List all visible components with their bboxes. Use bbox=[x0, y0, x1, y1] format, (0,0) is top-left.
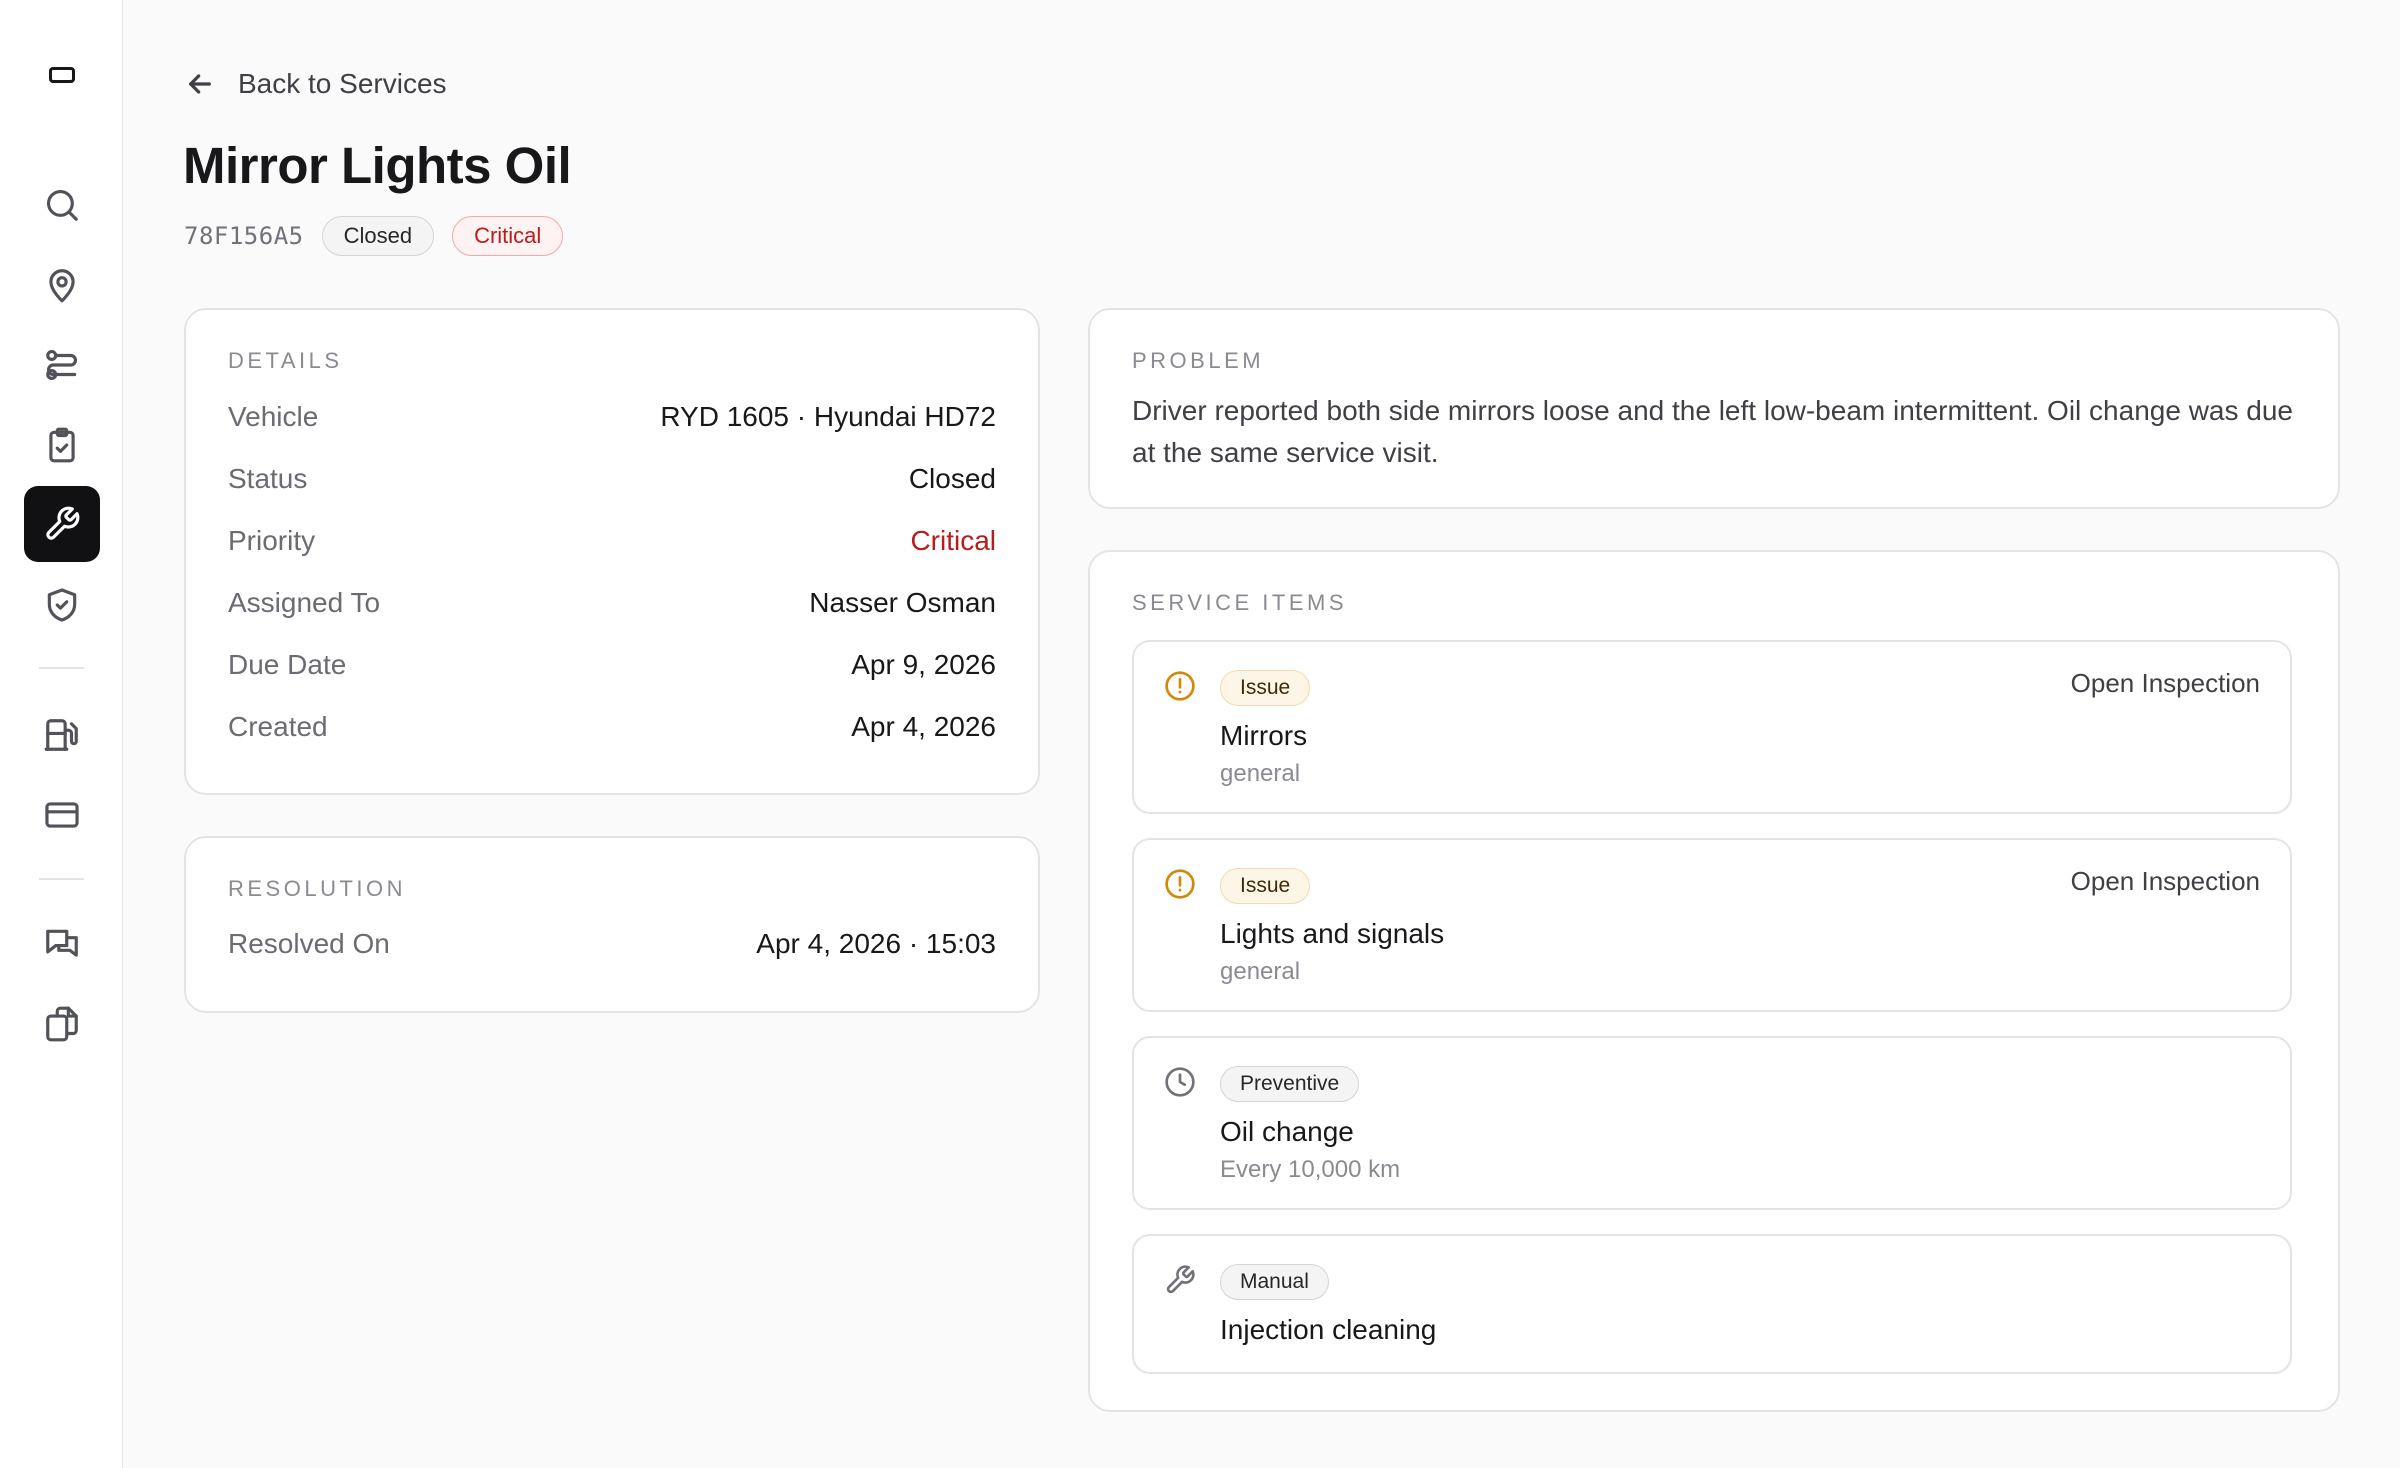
service-items-label: SERVICE ITEMS bbox=[1132, 590, 1348, 615]
detail-value: RYD 1605 · Hyundai HD72 bbox=[660, 401, 996, 432]
sidebar bbox=[0, 0, 123, 1468]
item-type-badge: Manual bbox=[1220, 1264, 1329, 1300]
sidebar-item-routes[interactable] bbox=[24, 327, 100, 403]
service-code: 78F156A5 bbox=[184, 222, 304, 250]
back-label: Back to Services bbox=[238, 68, 447, 99]
problem-text: Driver reported both side mirrors loose … bbox=[1132, 395, 2293, 468]
item-interval: Every 10,000 km bbox=[1220, 1156, 1401, 1183]
detail-key: Due Date bbox=[228, 649, 347, 680]
resolution-label: RESOLUTION bbox=[228, 876, 407, 901]
priority-badge: Critical bbox=[452, 216, 564, 256]
details-label: DETAILS bbox=[228, 348, 343, 373]
detail-value: Nasser Osman bbox=[809, 587, 996, 618]
service-item-oil-change: Preventive Oil change Every 10,000 km bbox=[1132, 1036, 2292, 1210]
service-item-lights-and-signals: Issue Lights and signals general Open In… bbox=[1132, 838, 2292, 1012]
wrench-icon bbox=[1164, 1264, 1196, 1296]
resolution-value: Apr 4, 2026 · 15:03 bbox=[756, 928, 996, 959]
open-inspection-link[interactable]: Open Inspection bbox=[2071, 866, 2260, 897]
sidebar-item-payments[interactable] bbox=[24, 777, 100, 853]
sidebar-item-compliance[interactable] bbox=[24, 567, 100, 643]
resolution-card: RESOLUTION Resolved On Apr 4, 2026 · 15:… bbox=[184, 836, 1040, 1013]
search-icon bbox=[46, 189, 78, 221]
page-title: Mirror Lights Oil bbox=[183, 137, 572, 194]
sidebar-divider bbox=[39, 667, 84, 669]
item-type-badge: Issue bbox=[1220, 670, 1311, 706]
item-name: Lights and signals bbox=[1220, 918, 1445, 949]
service-item-mirrors: Issue Mirrors general Open Inspection bbox=[1132, 640, 2292, 814]
sidebar-item-messages[interactable] bbox=[24, 906, 100, 982]
credit-card-icon bbox=[45, 802, 79, 828]
messages-icon bbox=[46, 929, 78, 957]
clock-icon bbox=[1164, 1066, 1196, 1098]
item-type-badge: Issue bbox=[1220, 868, 1311, 904]
fuel-icon bbox=[44, 719, 78, 751]
item-category: general bbox=[1220, 760, 1301, 787]
service-meta: 78F156A5 Closed Critical bbox=[184, 216, 564, 256]
problem-card: PROBLEM Driver reported both side mirror… bbox=[1088, 308, 2340, 509]
sidebar-item-search[interactable] bbox=[24, 167, 100, 243]
arrow-left-icon bbox=[189, 74, 211, 94]
route-icon bbox=[46, 349, 77, 381]
resolution-row-resolved-on: Resolved On Apr 4, 2026 · 15:03 bbox=[228, 928, 996, 960]
alert-circle-icon bbox=[1164, 670, 1196, 702]
alert-circle-icon bbox=[1164, 868, 1196, 900]
sidebar-divider bbox=[39, 878, 84, 880]
sidebar-item-fuel[interactable] bbox=[24, 697, 100, 773]
detail-row-due-date: Due Date Apr 9, 2026 bbox=[228, 649, 996, 681]
detail-key: Vehicle bbox=[228, 401, 319, 432]
problem-label: PROBLEM bbox=[1132, 348, 1265, 373]
sidebar-item-services[interactable] bbox=[24, 486, 100, 562]
detail-key: Status bbox=[228, 463, 308, 494]
item-name: Injection cleaning bbox=[1220, 1314, 1437, 1345]
service-items-card: SERVICE ITEMS Issue Mirrors general Open… bbox=[1088, 550, 2340, 1412]
sidebar-item-tasks[interactable] bbox=[24, 407, 100, 483]
sidebar-item-documents[interactable] bbox=[24, 986, 100, 1062]
item-type-badge: Preventive bbox=[1220, 1066, 1360, 1102]
detail-row-assigned-to: Assigned To Nasser Osman bbox=[228, 587, 996, 619]
details-card: DETAILS Vehicle RYD 1605 · Hyundai HD72 … bbox=[184, 308, 1040, 795]
detail-value: Apr 9, 2026 bbox=[851, 649, 996, 680]
item-name: Oil change bbox=[1220, 1116, 1354, 1147]
detail-value: Critical bbox=[910, 525, 996, 556]
item-name: Mirrors bbox=[1220, 720, 1308, 751]
map-pin-icon bbox=[49, 269, 75, 303]
detail-key: Created bbox=[228, 711, 328, 742]
documents-icon bbox=[46, 1006, 78, 1042]
detail-value: Apr 4, 2026 bbox=[851, 711, 996, 742]
item-category: general bbox=[1220, 958, 1301, 985]
detail-row-priority: Priority Critical bbox=[228, 525, 996, 557]
wrench-icon bbox=[46, 506, 80, 540]
detail-value: Closed bbox=[908, 463, 996, 494]
open-inspection-link[interactable]: Open Inspection bbox=[2071, 668, 2260, 699]
detail-row-vehicle: Vehicle RYD 1605 · Hyundai HD72 bbox=[228, 401, 996, 433]
detail-row-created: Created Apr 4, 2026 bbox=[228, 711, 996, 743]
shield-check-icon bbox=[47, 588, 77, 622]
clipboard-check-icon bbox=[49, 427, 75, 463]
detail-key: Priority bbox=[228, 525, 316, 556]
back-link[interactable]: Back to Services bbox=[184, 64, 447, 104]
detail-row-status: Status Closed bbox=[228, 463, 996, 495]
status-badge: Closed bbox=[321, 216, 435, 256]
sidebar-item-locations[interactable] bbox=[24, 247, 100, 323]
service-item-injection-cleaning: Manual Injection cleaning bbox=[1132, 1234, 2292, 1374]
panel-icon[interactable] bbox=[49, 67, 75, 83]
detail-key: Assigned To bbox=[228, 587, 381, 618]
resolution-key: Resolved On bbox=[228, 928, 390, 959]
